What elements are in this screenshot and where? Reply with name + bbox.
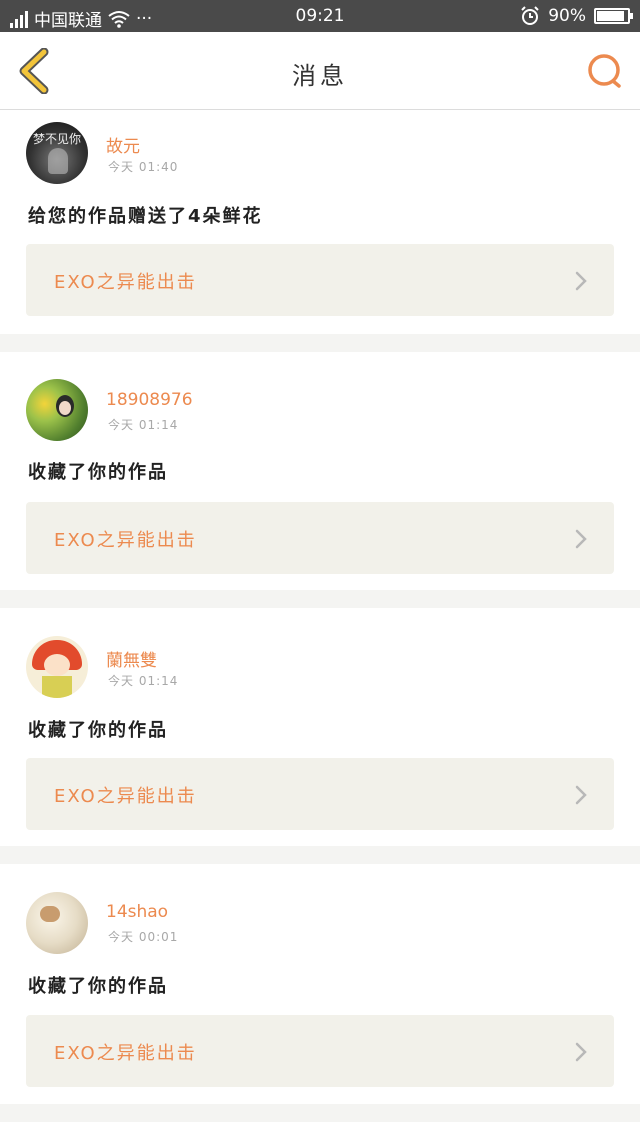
work-title: EXO之异能出击 [54, 786, 197, 807]
work-title: EXO之异能出击 [54, 530, 197, 551]
message-text: 收藏了你的作品 [28, 720, 168, 741]
message-time: 今天 01:14 [108, 674, 179, 688]
message-card: 14shao 今天 00:01 收藏了你的作品 EXO之异能出击 [0, 864, 640, 1104]
message-text: 收藏了你的作品 [28, 976, 168, 997]
battery-percent: 90% [548, 6, 586, 26]
search-icon[interactable] [586, 52, 624, 90]
work-link[interactable]: EXO之异能出击 [26, 758, 614, 830]
username[interactable]: 14shao [106, 902, 168, 922]
message-text: 给您的作品赠送了4朵鲜花 [28, 206, 263, 227]
alarm-icon [521, 6, 539, 25]
avatar-face [59, 401, 71, 415]
message-card: 18908976 今天 01:14 收藏了你的作品 EXO之异能出击 [0, 352, 640, 590]
message-time: 今天 01:14 [108, 418, 179, 432]
chevron-right-icon [575, 1042, 587, 1062]
nav-bar: 消息 [0, 32, 640, 110]
status-bar: 中国联通 ··· 09:21 90% [0, 0, 640, 32]
message-card: 梦不见你 故元 今天 01:40 给您的作品赠送了4朵鲜花 EXO之异能出击 [0, 110, 640, 334]
avatar[interactable] [26, 379, 88, 441]
username[interactable]: 蘭無雙 [106, 646, 157, 671]
avatar-body [42, 676, 72, 698]
avatar-caption: 梦不见你 [32, 132, 81, 146]
message-text: 收藏了你的作品 [28, 462, 168, 483]
work-link[interactable]: EXO之异能出击 [26, 1015, 614, 1087]
work-link[interactable]: EXO之异能出击 [26, 502, 614, 574]
page-title: 消息 [292, 62, 348, 90]
message-card: 蘭無雙 今天 01:14 收藏了你的作品 EXO之异能出击 [0, 608, 640, 846]
avatar-hand [40, 906, 60, 922]
avatar-face [44, 654, 70, 676]
chevron-right-icon [575, 271, 587, 291]
work-title: EXO之异能出击 [54, 272, 197, 293]
battery-fill [597, 11, 624, 21]
avatar[interactable] [26, 636, 88, 698]
battery-icon [594, 8, 633, 24]
username[interactable]: 故元 [106, 132, 140, 157]
status-right: 90% [520, 6, 633, 26]
message-time: 今天 00:01 [108, 930, 179, 944]
avatar[interactable] [26, 892, 88, 954]
work-title: EXO之异能出击 [54, 1043, 197, 1064]
avatar[interactable]: 梦不见你 [26, 122, 88, 184]
username[interactable]: 18908976 [106, 390, 193, 410]
next-card-edge [0, 1122, 640, 1138]
message-time: 今天 01:40 [108, 160, 179, 174]
avatar-figure [48, 148, 68, 174]
work-link[interactable]: EXO之异能出击 [26, 244, 614, 316]
chevron-right-icon [575, 785, 587, 805]
chevron-right-icon [575, 529, 587, 549]
